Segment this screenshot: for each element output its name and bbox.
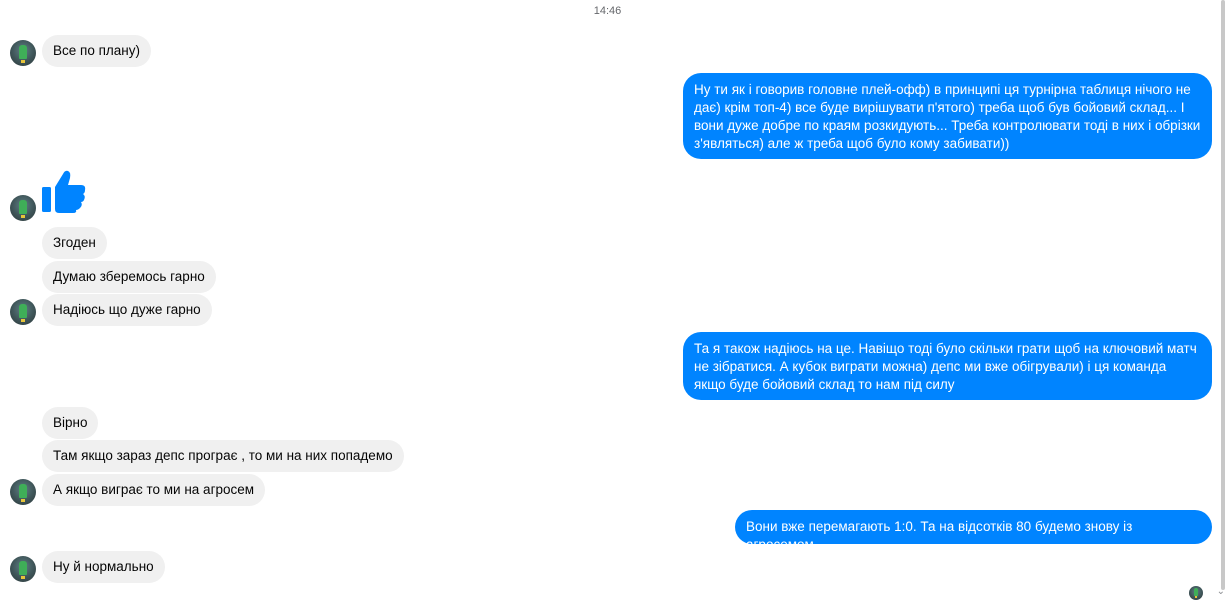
incoming-message[interactable]: Ну й нормально: [42, 551, 165, 583]
incoming-message[interactable]: Там якщо зараз депс програє , то ми на н…: [42, 440, 404, 472]
message-timestamp: 14:46: [593, 5, 622, 17]
thumbs-up-icon[interactable]: [41, 170, 87, 214]
chat-thread: 14:46 Все по плану) Ну ти як і говорив г…: [0, 0, 1225, 607]
contact-avatar[interactable]: [10, 40, 36, 66]
incoming-message[interactable]: Надіюсь що дуже гарно: [42, 294, 212, 326]
scrollbar[interactable]: [1221, 0, 1225, 590]
contact-avatar[interactable]: [10, 195, 36, 221]
incoming-message[interactable]: Все по плану): [42, 35, 151, 67]
outgoing-message[interactable]: Ну ти як і говорив головне плей-офф) в п…: [683, 73, 1212, 159]
incoming-message[interactable]: Згоден: [42, 227, 107, 259]
outgoing-message[interactable]: Та я також надіюсь на це. Навіщо тоді бу…: [683, 332, 1212, 400]
seen-indicator-avatar: [1189, 586, 1203, 600]
contact-avatar[interactable]: [10, 479, 36, 505]
incoming-message[interactable]: Думаю зберемось гарно: [42, 261, 216, 293]
incoming-message[interactable]: Вірно: [42, 407, 99, 439]
chevron-down-icon[interactable]: ⌄: [1217, 586, 1225, 597]
contact-avatar[interactable]: [10, 556, 36, 582]
incoming-message[interactable]: А якщо виграє то ми на агросем: [42, 474, 266, 506]
outgoing-message[interactable]: Вони вже перемагають 1:0. Та на відсоткі…: [735, 510, 1212, 552]
contact-avatar[interactable]: [10, 299, 36, 325]
